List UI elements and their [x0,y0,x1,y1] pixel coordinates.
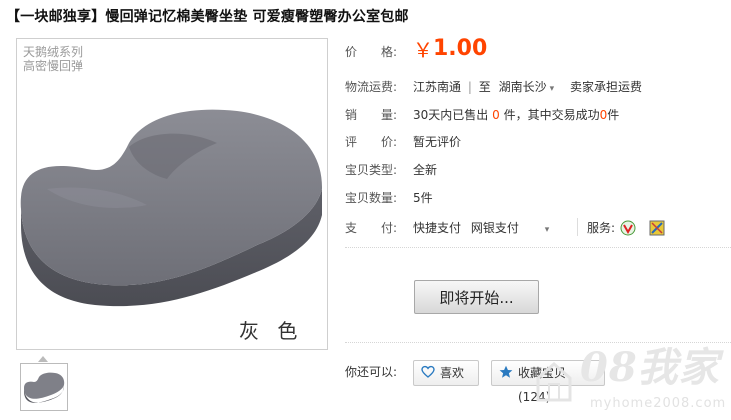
service-badge-icon-2[interactable] [649,220,665,236]
product-info-panel: 价 格: ￥ 1.00 物流运费: 江苏南通 | 至 湖南长沙 ▾ 卖家承担运费 … [345,0,731,420]
sales-mid: 件，其中交易成功 [503,108,600,122]
cushion-image [20,109,323,307]
payment-quick[interactable]: 快捷支付 [413,221,461,235]
buy-button[interactable]: 即将开始... [414,280,539,314]
review-label: 评 价: [345,135,398,149]
star-icon [499,365,513,378]
item-type-value: 全新 [413,163,438,177]
price-value: 1.00 [433,36,488,61]
service-badge-icon[interactable] [620,220,636,236]
favorite-button[interactable]: 收藏宝贝 (124) [491,360,605,404]
shipping-separator: | [467,80,472,94]
service-label: 服务: [587,221,616,235]
payment-row: 支 付: 快捷支付 网银支付 ▾ 服务: [345,218,731,238]
sales-label: 销 量: [345,108,398,122]
shipping-from: 江苏南通 [413,80,462,94]
thumbnail-pointer [38,356,48,362]
actions-label: 你还可以: [345,365,398,379]
shipping-destination-select[interactable]: 湖南长沙 ▾ [499,80,558,94]
price-currency: ￥ [413,38,433,62]
sales-suffix: 件 [607,108,620,122]
shipping-note: 卖家承担运费 [569,80,642,94]
main-product-image[interactable]: 天鹅绒系列 高密慢回弹 灰 色 [16,38,328,350]
like-label: 喜欢 [440,366,465,380]
payment-chevron-down-icon[interactable]: ▾ [545,225,550,235]
price-label: 价 格: [345,45,398,59]
payment-bank[interactable]: 网银支付 [471,221,519,235]
favorite-count: (124) [518,390,551,404]
thumbnail-1[interactable] [20,363,68,411]
shipping-to-word: 至 [478,80,491,94]
shipping-destination: 湖南长沙 [498,80,547,94]
color-label: 灰 色 [239,319,304,343]
sales-prefix: 30天内已售出 [413,108,489,122]
like-button[interactable]: 喜欢 [413,360,479,386]
chevron-down-icon: ▾ [549,84,555,94]
item-type-label: 宝贝类型: [345,163,398,177]
payment-divider [577,218,579,236]
section-divider-1 [345,247,731,248]
payment-label: 支 付: [345,221,398,235]
quantity-value: 5件 [413,191,433,205]
favorite-label: 收藏宝贝 [518,366,567,380]
thumbnail-cushion-image [24,372,65,403]
section-divider-2 [345,342,731,343]
heart-icon [421,365,435,378]
sales-count: 0 [492,108,500,122]
review-value: 暂无评价 [413,135,462,149]
shipping-label: 物流运费: [345,80,398,94]
quantity-label: 宝贝数量: [345,191,398,205]
